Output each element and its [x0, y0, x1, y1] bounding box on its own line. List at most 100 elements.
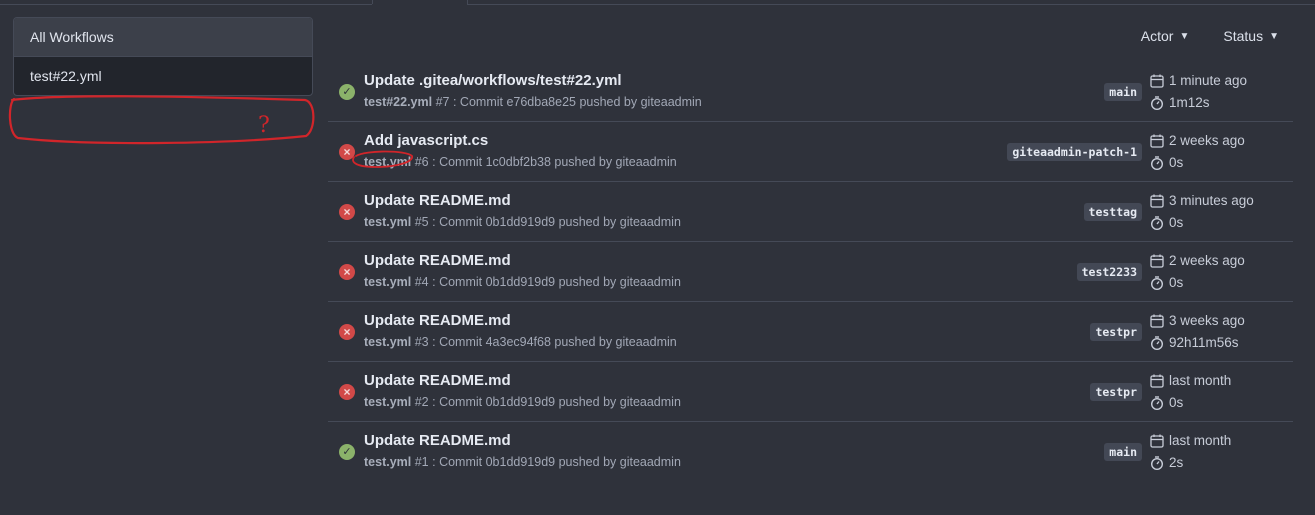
success-icon: ✓: [339, 84, 355, 100]
branch-label[interactable]: main: [1104, 443, 1142, 461]
sidebar-item-test22[interactable]: test#22.yml: [14, 57, 312, 95]
run-meta: test.yml #4 : Commit 0b1dd919d9 pushed b…: [364, 275, 681, 289]
run-duration-text: 0s: [1169, 155, 1184, 170]
calendar-icon: [1150, 134, 1164, 148]
run-duration-text: 0s: [1169, 215, 1184, 230]
status-filter-label: Status: [1223, 28, 1264, 44]
chevron-down-icon: ▼: [1269, 30, 1279, 42]
run-row: ✓ Update .gitea/workflows/test#22.yml te…: [328, 62, 1293, 122]
branch-label[interactable]: testtag: [1083, 203, 1142, 221]
branch-label[interactable]: giteaadmin-patch-1: [1007, 143, 1142, 161]
run-number: #7: [435, 95, 450, 109]
run-meta: test.yml #5 : Commit 0b1dd919d9 pushed b…: [364, 215, 681, 229]
actor-filter-label: Actor: [1140, 28, 1174, 44]
filter-bar: Actor ▼ Status ▼: [1141, 28, 1279, 44]
run-time: last month: [1150, 373, 1231, 388]
branch-label[interactable]: testpr: [1090, 323, 1142, 341]
stopwatch-icon: [1151, 95, 1163, 110]
workflow-link[interactable]: test.yml: [364, 215, 411, 229]
run-title-link[interactable]: Update README.md: [364, 252, 511, 269]
status-filter[interactable]: Status ▼: [1223, 28, 1279, 44]
run-row: ✓ Update README.md test.yml #1 : Commit …: [328, 422, 1293, 481]
branch-label[interactable]: main: [1104, 83, 1142, 101]
run-duration-text: 92h11m56s: [1169, 335, 1239, 350]
run-duration-text: 0s: [1169, 395, 1184, 410]
tab-strip-left: [0, 0, 372, 5]
workflow-highlight-mark: [352, 150, 413, 168]
calendar-icon: [1150, 254, 1164, 268]
run-duration-text: 1m12s: [1169, 95, 1210, 110]
stopwatch-icon: [1151, 275, 1163, 290]
run-time-text: last month: [1169, 373, 1232, 388]
workflow-link[interactable]: test.yml: [364, 395, 411, 409]
run-meta: test.yml #3 : Commit 4a3ec94f68 pushed b…: [364, 335, 677, 349]
tab-strip: [0, 0, 1315, 5]
workflow-link[interactable]: test.yml: [364, 455, 411, 469]
chevron-down-icon: ▼: [1179, 30, 1190, 42]
run-time-text: 1 minute ago: [1169, 73, 1248, 88]
run-meta: test#22.yml #7 : Commit e76dba8e25 pushe…: [364, 95, 702, 109]
run-time: 2 weeks ago: [1150, 253, 1245, 268]
workflow-link[interactable]: test.yml: [364, 275, 411, 289]
run-duration: 0s: [1150, 155, 1183, 170]
commit-text: Commit 0b1dd919d9 pushed by giteaadmin: [439, 395, 681, 409]
commit-text: Commit 4a3ec94f68 pushed by giteaadmin: [439, 335, 677, 349]
run-time: 3 weeks ago: [1150, 313, 1245, 328]
run-time: 3 minutes ago: [1150, 193, 1254, 208]
workflow-link[interactable]: test.yml: [364, 335, 411, 349]
run-duration: 0s: [1150, 275, 1183, 290]
run-duration-text: 2s: [1169, 455, 1184, 470]
stopwatch-icon: [1151, 335, 1163, 350]
commit-text: Commit e76dba8e25 pushed by giteaadmin: [459, 95, 702, 109]
run-title-link[interactable]: Update README.md: [364, 192, 511, 209]
tab-strip-right: [467, 0, 1315, 5]
run-title-link[interactable]: Update .gitea/workflows/test#22.yml: [364, 72, 622, 89]
run-time-text: 2 weeks ago: [1169, 253, 1245, 268]
calendar-icon: [1150, 374, 1164, 388]
run-number: #5: [414, 215, 429, 229]
actor-filter[interactable]: Actor ▼: [1141, 28, 1190, 44]
run-number: #1: [414, 455, 429, 469]
run-time-text: 2 weeks ago: [1169, 133, 1245, 148]
commit-text: Commit 0b1dd919d9 pushed by giteaadmin: [439, 455, 681, 469]
stopwatch-icon: [1151, 395, 1163, 410]
commit-text: Commit 0b1dd919d9 pushed by giteaadmin: [439, 275, 681, 289]
run-row: × Update README.md test.yml #3 : Commit …: [328, 302, 1293, 362]
failure-icon: ×: [339, 384, 355, 400]
commit-text: Commit 1c0dbf2b38 pushed by giteaadmin: [439, 155, 677, 169]
run-title-link[interactable]: Update README.md: [364, 372, 511, 389]
run-number: #4: [414, 275, 429, 289]
run-duration: 92h11m56s: [1150, 335, 1239, 350]
run-title-link[interactable]: Update README.md: [364, 432, 511, 449]
failure-icon: ×: [339, 264, 355, 280]
stopwatch-icon: [1151, 455, 1163, 470]
failure-icon: ×: [339, 324, 355, 340]
red-annotation: ?: [8, 95, 315, 145]
branch-label[interactable]: test2233: [1076, 263, 1142, 281]
workflow-link[interactable]: test#22.yml: [364, 95, 432, 109]
run-meta: test.yml #2 : Commit 0b1dd919d9 pushed b…: [364, 395, 681, 409]
run-title-link[interactable]: Update README.md: [364, 312, 511, 329]
commit-text: Commit 0b1dd919d9 pushed by giteaadmin: [439, 215, 681, 229]
run-duration: 2s: [1150, 455, 1183, 470]
run-time: 2 weeks ago: [1150, 133, 1245, 148]
run-number: #2: [414, 395, 429, 409]
annotation-question-mark: ?: [258, 113, 270, 138]
run-duration: 1m12s: [1150, 95, 1210, 110]
stopwatch-icon: [1151, 215, 1163, 230]
run-duration: 0s: [1150, 395, 1183, 410]
run-number: #3: [414, 335, 429, 349]
run-time: last month: [1150, 433, 1231, 448]
success-icon: ✓: [339, 444, 355, 460]
run-title-link[interactable]: Add javascript.cs: [364, 132, 488, 149]
active-tab-gap: [372, 0, 468, 4]
run-row: × Update README.md test.yml #4 : Commit …: [328, 242, 1293, 302]
run-time-text: 3 weeks ago: [1169, 313, 1245, 328]
run-time-text: 3 minutes ago: [1169, 193, 1254, 208]
stopwatch-icon: [1151, 155, 1163, 170]
run-number: #6: [414, 155, 429, 169]
run-row: × Update README.md test.yml #5 : Commit …: [328, 182, 1293, 242]
sidebar-item-all-workflows[interactable]: All Workflows: [14, 18, 312, 57]
branch-label[interactable]: testpr: [1090, 383, 1142, 401]
run-row: × Update README.md test.yml #2 : Commit …: [328, 362, 1293, 422]
